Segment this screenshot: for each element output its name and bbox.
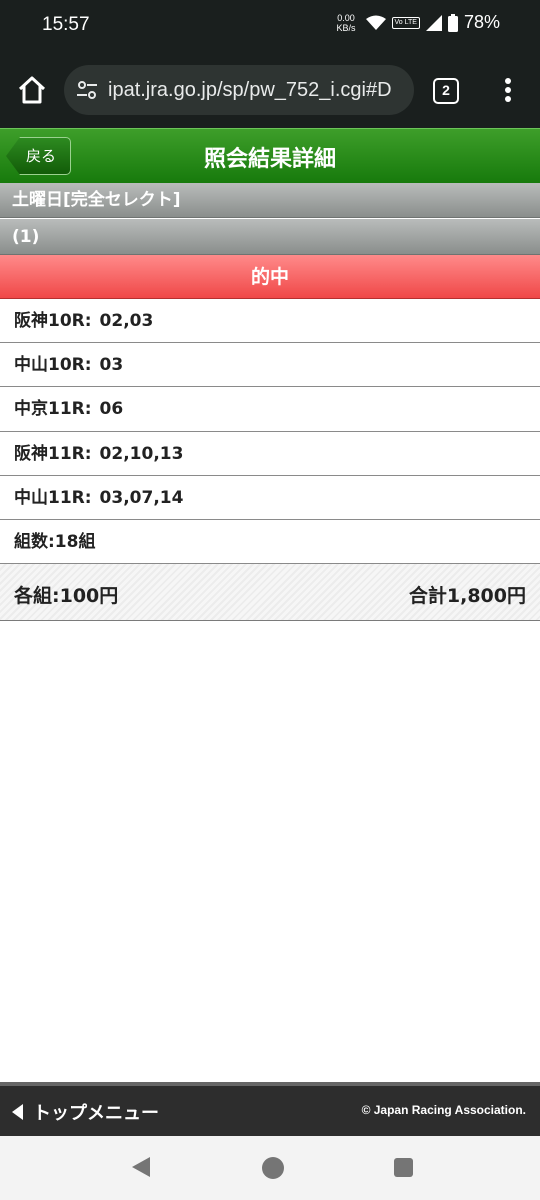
race-label: 中京11R: xyxy=(14,399,92,420)
net-speed-value: 0.00 xyxy=(337,12,355,23)
arrow-left-icon xyxy=(12,1104,23,1120)
signal-icon xyxy=(425,14,442,31)
race-row: 阪神11R: 02,10,13 xyxy=(0,432,540,476)
race-label: 阪神11R: xyxy=(14,443,92,464)
tab-switcher-button[interactable]: 2 xyxy=(433,78,459,104)
per-unit-amount: 各組:100円 xyxy=(14,585,119,607)
status-bar: 15:57 0.00 KB/s Vo LTE 78% xyxy=(0,0,540,52)
net-speed: 0.00 KB/s xyxy=(337,13,356,33)
volte-badge: Vo LTE xyxy=(391,16,420,29)
race-selection: 02,10,13 xyxy=(99,443,184,464)
race-label: 中山10R: xyxy=(14,355,92,376)
total-amount: 合計1,800円 xyxy=(408,585,526,607)
copyright: © Japan Racing Association. xyxy=(361,1103,526,1117)
home-icon[interactable] xyxy=(16,74,48,106)
race-selection: 03,07,14 xyxy=(99,487,184,508)
top-menu-link[interactable]: トップメニュー xyxy=(12,1099,159,1125)
amount-summary: 各組:100円 合計1,800円 xyxy=(0,564,540,621)
top-menu-label: トップメニュー xyxy=(33,1103,159,1124)
race-row: 中京11R: 06 xyxy=(0,387,540,432)
system-nav-bar xyxy=(0,1136,540,1200)
race-selection: 02,03 xyxy=(99,311,154,331)
race-label: 中山11R: xyxy=(14,487,92,508)
battery-icon xyxy=(447,13,458,32)
bet-type-bar: 土曜日[完全セレクト] xyxy=(0,183,540,218)
race-selection: 06 xyxy=(99,399,124,420)
combination-count: 組数:18組 xyxy=(0,520,540,565)
url-field[interactable]: ipat.jra.go.jp/sp/pw_752_i.cgi#D xyxy=(64,65,414,115)
race-list: 阪神10R: 02,03 中山10R: 03 中京11R: 06 阪神11R: 02,1… xyxy=(0,299,540,565)
status-time: 15:57 xyxy=(42,14,90,35)
site-settings-icon[interactable] xyxy=(76,79,98,101)
wifi-icon xyxy=(365,15,386,30)
page-header: 戻る 照会結果詳細 xyxy=(0,128,540,183)
result-badge: 的中 xyxy=(0,255,540,299)
page-title: 照会結果詳細 xyxy=(203,147,336,172)
net-speed-unit: KB/s xyxy=(336,22,356,33)
battery-percent: 78% xyxy=(463,12,500,32)
race-row: 中山10R: 03 xyxy=(0,343,540,388)
url-text: ipat.jra.go.jp/sp/pw_752_i.cgi#D xyxy=(108,78,392,101)
race-selection: 03 xyxy=(99,355,124,376)
race-row: 中山11R: 03,07,14 xyxy=(0,476,540,520)
bet-number-bar: (1) xyxy=(0,219,540,255)
nav-home-icon[interactable] xyxy=(262,1157,284,1179)
page-footer: トップメニュー © Japan Racing Association. xyxy=(0,1086,540,1136)
more-menu-icon[interactable] xyxy=(500,78,516,106)
race-label: 阪神10R: xyxy=(14,311,92,331)
status-icons: 0.00 KB/s Vo LTE 78% xyxy=(337,12,501,33)
browser-toolbar: ipat.jra.go.jp/sp/pw_752_i.cgi#D 2 xyxy=(0,52,540,128)
nav-recents-icon[interactable] xyxy=(394,1158,413,1177)
race-row: 阪神10R: 02,03 xyxy=(0,299,540,344)
nav-back-icon[interactable] xyxy=(132,1157,150,1177)
